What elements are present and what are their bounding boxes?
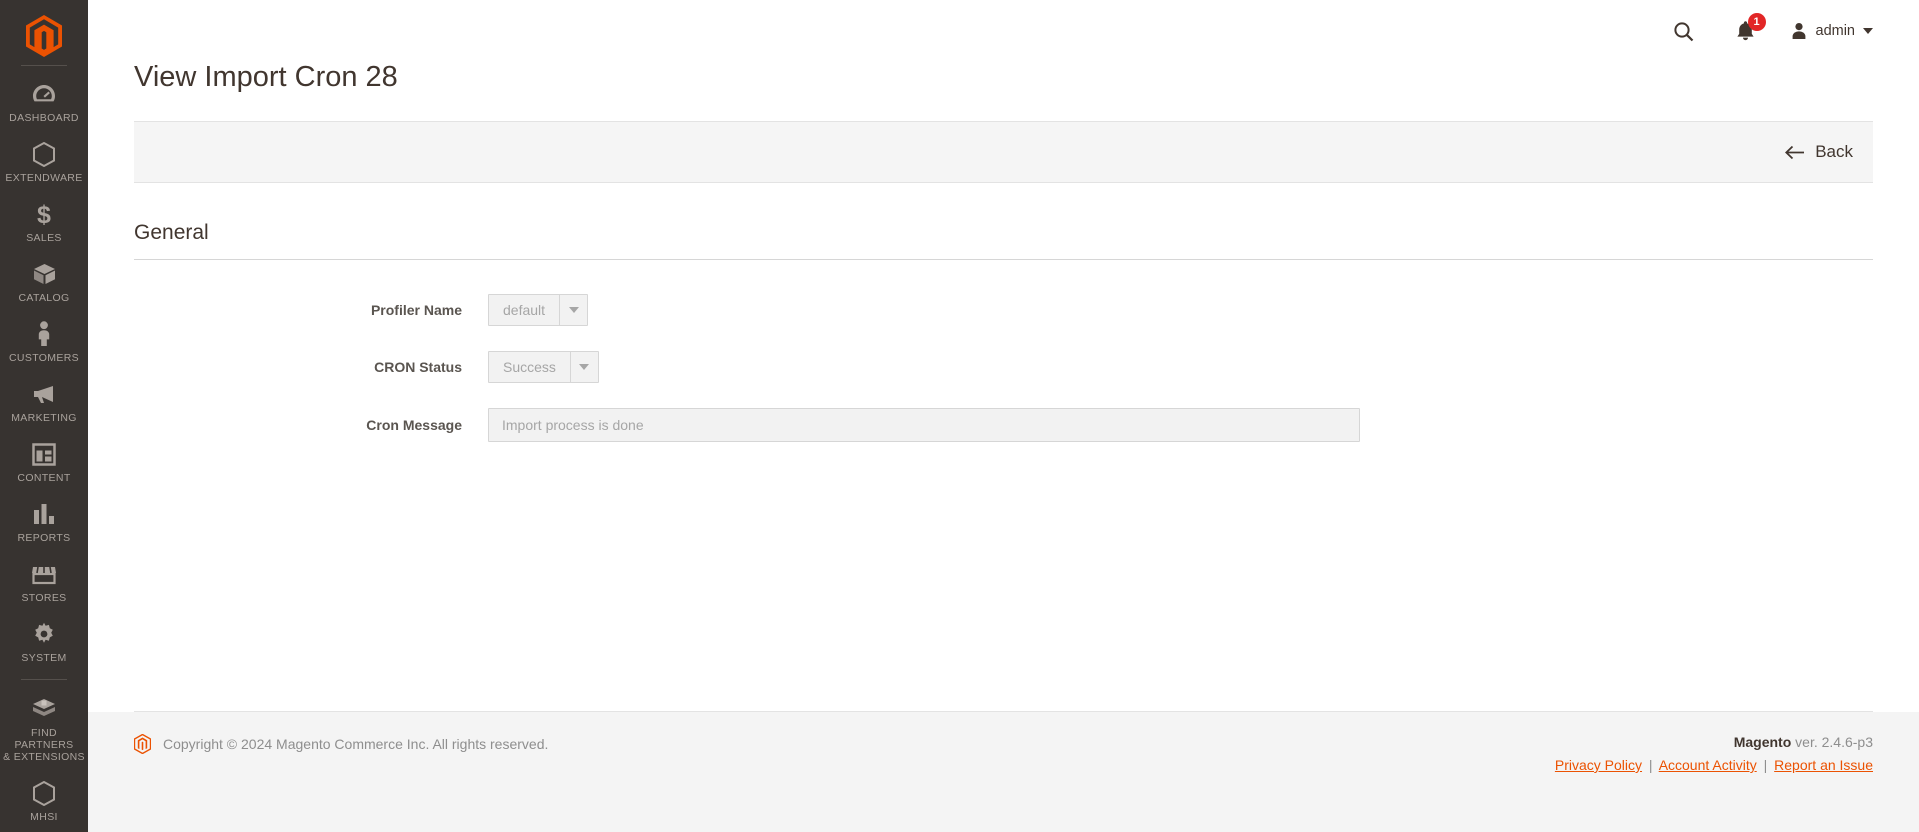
chevron-down-icon — [1863, 28, 1873, 34]
profiler-name-value: default — [503, 302, 546, 318]
page-footer: Copyright © 2024 Magento Commerce Inc. A… — [88, 712, 1919, 832]
dashboard-icon — [32, 81, 56, 107]
profiler-name-field: default — [488, 294, 589, 326]
magento-version-number: ver. 2.4.6-p3 — [1795, 734, 1873, 750]
sidebar-divider-top — [21, 64, 67, 66]
sidebar-item-label: MHSI — [30, 811, 58, 823]
footer-links: Privacy Policy | Account Activity | Repo… — [1555, 757, 1873, 773]
sidebar-item-sales[interactable]: $ SALES — [0, 193, 88, 253]
hexagon-icon — [33, 141, 55, 167]
layout-icon — [32, 441, 56, 467]
sidebar-item-label: FIND PARTNERS & EXTENSIONS — [3, 727, 85, 763]
sidebar-item-dashboard[interactable]: DASHBOARD — [0, 73, 88, 133]
extensions-icon — [31, 696, 57, 722]
form-row-cron-status: CRON Status Success — [134, 351, 1873, 383]
sidebar-item-extendware[interactable]: EXTENDWARE — [0, 133, 88, 193]
sidebar-item-stores[interactable]: STORES — [0, 553, 88, 613]
back-button-label: Back — [1815, 142, 1853, 161]
sidebar-item-label: CUSTOMERS — [8, 352, 80, 365]
search-icon — [1674, 21, 1694, 41]
bar-chart-icon — [32, 501, 56, 527]
page-actions-toolbar: Back — [134, 121, 1873, 183]
sidebar-item-system[interactable]: SYSTEM — [0, 613, 88, 673]
footer-copyright: Copyright © 2024 Magento Commerce Inc. A… — [134, 734, 548, 754]
page-title-row: View Import Cron 28 — [88, 62, 1919, 98]
store-icon — [31, 561, 57, 587]
sidebar-item-label: STORES — [21, 592, 67, 605]
footer-right: Magento ver. 2.4.6-p3 Privacy Policy | A… — [1555, 734, 1873, 773]
topbar-actions: 1 admin — [1662, 11, 1873, 51]
arrow-left-icon — [1785, 145, 1805, 159]
sidebar-item-label: CONTENT — [17, 472, 71, 485]
back-button[interactable]: Back — [1785, 142, 1853, 162]
link-separator: | — [1648, 757, 1653, 773]
profiler-name-select[interactable]: default — [488, 294, 589, 326]
magento-logo[interactable] — [0, 14, 88, 59]
sidebar-item-mhsi[interactable]: MHSI — [0, 772, 88, 832]
box-icon — [32, 261, 57, 287]
sidebar-item-catalog[interactable]: CATALOG — [0, 253, 88, 313]
user-avatar-icon — [1792, 23, 1805, 39]
user-menu[interactable]: admin — [1790, 22, 1873, 40]
section-title-general: General — [134, 221, 209, 244]
cron-status-label: CRON Status — [374, 359, 462, 375]
general-form: Profiler Name default CRON Status Succes… — [134, 260, 1873, 442]
sidebar-item-label: SALES — [26, 232, 62, 245]
hexagon-icon — [33, 780, 55, 806]
cron-status-select[interactable]: Success — [488, 351, 599, 383]
notification-count-badge: 1 — [1747, 13, 1766, 31]
magento-logo-icon — [26, 15, 62, 58]
magento-logo-icon — [134, 734, 151, 754]
magento-version-brand: Magento — [1733, 734, 1792, 750]
cron-status-value: Success — [503, 359, 556, 375]
privacy-policy-link[interactable]: Privacy Policy — [1555, 757, 1642, 773]
chevron-down-icon — [569, 352, 598, 382]
sidebar-item-label: EXTENDWARE — [5, 172, 83, 185]
sidebar-item-label: REPORTS — [17, 532, 71, 545]
account-activity-link[interactable]: Account Activity — [1659, 757, 1757, 773]
cron-message-label: Cron Message — [366, 417, 462, 433]
svg-text:$: $ — [37, 201, 51, 227]
megaphone-icon — [31, 381, 57, 407]
form-row-profiler-name: Profiler Name default — [134, 294, 1873, 326]
cron-message-input[interactable]: Import process is done — [488, 408, 1360, 442]
form-row-cron-message: Cron Message Import process is done — [134, 408, 1873, 442]
sidebar-item-customers[interactable]: CUSTOMERS — [0, 313, 88, 373]
cron-status-field: Success — [488, 351, 599, 383]
sidebar-item-label: CATALOG — [18, 292, 70, 305]
copyright-text: Copyright © 2024 Magento Commerce Inc. A… — [163, 736, 549, 752]
link-separator: | — [1763, 757, 1768, 773]
sidebar-item-marketing[interactable]: MARKETING — [0, 373, 88, 433]
main-sidebar: DASHBOARD EXTENDWARE $ SALES CATALOG CUS… — [0, 0, 88, 832]
sidebar-item-label: MARKETING — [11, 412, 77, 425]
magento-version: Magento ver. 2.4.6-p3 — [1555, 734, 1873, 750]
cron-message-field: Import process is done — [488, 408, 1360, 442]
sidebar-divider-bottom — [21, 679, 67, 680]
user-menu-label: admin — [1815, 23, 1856, 39]
admin-topbar: 1 admin — [88, 0, 1919, 62]
chevron-down-icon — [559, 295, 587, 325]
sidebar-item-reports[interactable]: REPORTS — [0, 493, 88, 553]
sidebar-item-label: DASHBOARD — [9, 112, 79, 125]
admin-page: DASHBOARD EXTENDWARE $ SALES CATALOG CUS… — [0, 0, 1919, 832]
person-icon — [36, 321, 52, 347]
sidebar-item-find-partners-extensions[interactable]: FIND PARTNERS & EXTENSIONS — [0, 688, 88, 772]
sidebar-item-content[interactable]: CONTENT — [0, 433, 88, 493]
page-title: View Import Cron 28 — [134, 61, 398, 93]
main-content-area: 1 admin View Import Cron 28 Back General… — [88, 0, 1919, 832]
report-issue-link[interactable]: Report an Issue — [1774, 757, 1873, 773]
notifications-button[interactable]: 1 — [1724, 11, 1768, 51]
gear-icon — [32, 621, 56, 647]
search-button[interactable] — [1662, 11, 1706, 51]
profiler-name-label: Profiler Name — [370, 302, 462, 318]
sidebar-item-label: SYSTEM — [21, 652, 67, 665]
form-content: General Profiler Name default CRON Statu… — [88, 183, 1919, 711]
dollar-icon: $ — [35, 201, 53, 227]
